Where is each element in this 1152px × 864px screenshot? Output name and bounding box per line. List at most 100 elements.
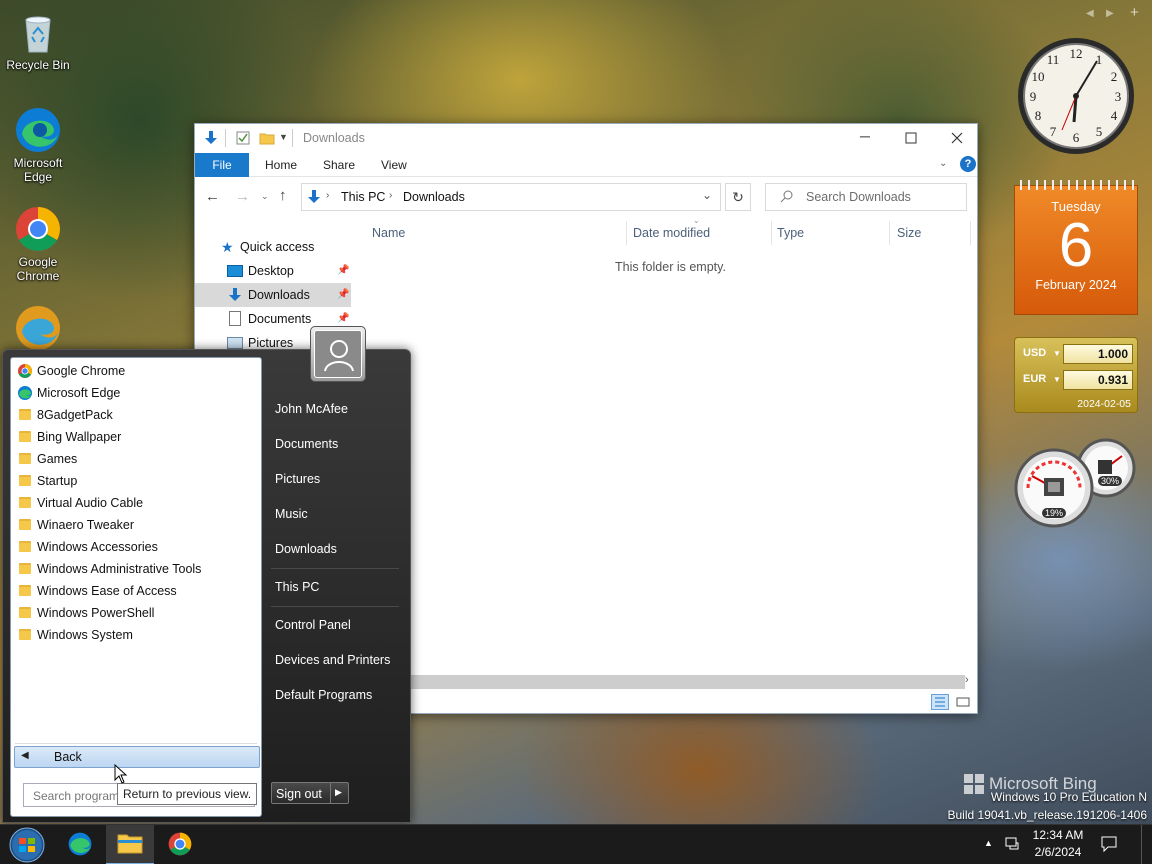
maximize-button[interactable] bbox=[897, 128, 925, 148]
dropdown-arrow-icon: ▼ bbox=[1053, 375, 1061, 384]
start-link-default-programs[interactable]: Default Programs bbox=[275, 681, 403, 709]
program-folder[interactable]: Windows PowerShell bbox=[15, 602, 255, 624]
breadcrumb-this-pc[interactable]: This PC bbox=[341, 190, 385, 204]
system-clock[interactable]: 12:34 AM 2/6/2024 bbox=[1028, 827, 1088, 861]
column-header-name[interactable]: Name bbox=[372, 221, 405, 245]
calendar-gadget[interactable]: Tuesday 6 February 2024 bbox=[1014, 180, 1138, 315]
column-header-size[interactable]: Size bbox=[897, 221, 921, 245]
start-link-pictures[interactable]: Pictures bbox=[275, 465, 403, 493]
taskbar-chrome[interactable] bbox=[156, 825, 204, 864]
tab-share[interactable]: Share bbox=[309, 153, 369, 177]
recent-locations-icon[interactable]: ⌄ bbox=[261, 191, 269, 202]
address-dropdown-icon[interactable]: ⌄ bbox=[702, 188, 712, 202]
pin-icon[interactable]: 📌 bbox=[337, 259, 349, 283]
expand-ribbon-icon[interactable]: ⌄ bbox=[939, 158, 947, 169]
currency-row-usd[interactable]: USD ▼ 1.000 bbox=[1021, 344, 1133, 364]
desktop-icon-edge-beta[interactable] bbox=[2, 304, 74, 354]
program-folder[interactable]: Windows Administrative Tools bbox=[15, 558, 255, 580]
properties-icon[interactable] bbox=[235, 130, 251, 149]
folder-icon bbox=[19, 409, 31, 420]
program-folder[interactable]: Winaero Tweaker bbox=[15, 514, 255, 536]
column-header-type[interactable]: Type bbox=[777, 221, 804, 245]
program-folder[interactable]: 8GadgetPack bbox=[15, 404, 255, 426]
horizontal-scrollbar[interactable] bbox=[407, 675, 965, 689]
refresh-button[interactable]: ↻ bbox=[725, 183, 751, 211]
program-folder[interactable]: Startup bbox=[15, 470, 255, 492]
tab-view[interactable]: View bbox=[367, 153, 421, 177]
breadcrumb-downloads[interactable]: Downloads bbox=[403, 190, 465, 204]
cpu-percentage: 19% bbox=[1042, 508, 1067, 518]
desktop-icon-label: Microsoft Edge bbox=[13, 156, 63, 184]
program-folder[interactable]: Games bbox=[15, 448, 255, 470]
help-icon[interactable]: ? bbox=[960, 156, 976, 172]
program-folder[interactable]: Windows Accessories bbox=[15, 536, 255, 558]
svg-text:4: 4 bbox=[1111, 108, 1118, 123]
program-folder[interactable]: Windows System bbox=[15, 624, 255, 646]
start-link-devices-printers[interactable]: Devices and Printers bbox=[275, 646, 403, 674]
currency-code: EUR bbox=[1023, 373, 1047, 385]
pictures-icon bbox=[227, 337, 243, 349]
back-button[interactable]: ◀ Back bbox=[14, 746, 260, 768]
clock-gadget[interactable]: 12 1 2 3 45 6 78 9 10 11 bbox=[1016, 36, 1136, 156]
close-button[interactable] bbox=[943, 128, 971, 148]
action-center-icon[interactable] bbox=[1100, 835, 1118, 856]
forward-arrow-icon[interactable]: → bbox=[235, 188, 250, 205]
taskbar-edge[interactable] bbox=[56, 825, 104, 864]
program-label: Google Chrome bbox=[37, 364, 126, 378]
start-button[interactable] bbox=[0, 825, 54, 864]
back-label: Back bbox=[54, 750, 82, 764]
program-label: Games bbox=[37, 452, 78, 466]
start-link-downloads[interactable]: Downloads bbox=[275, 535, 403, 563]
folder-icon bbox=[19, 453, 31, 464]
show-hidden-icons-chevron-icon[interactable]: ▲ bbox=[984, 838, 993, 848]
show-desktop-button[interactable] bbox=[1141, 825, 1145, 864]
nav-item-downloads[interactable]: Downloads 📌 bbox=[195, 283, 351, 307]
user-avatar-icon bbox=[314, 330, 362, 378]
program-microsoft-edge[interactable]: Microsoft Edge bbox=[15, 382, 255, 404]
nav-quick-access[interactable]: ★ Quick access bbox=[195, 235, 351, 259]
cpu-meter-gadget[interactable]: 19% 30% bbox=[1014, 436, 1138, 528]
start-link-user[interactable]: John McAfee bbox=[275, 395, 403, 423]
address-bar[interactable]: › This PC › Downloads ⌄ bbox=[301, 183, 721, 211]
taskbar-file-explorer[interactable] bbox=[106, 825, 154, 864]
program-folder[interactable]: Bing Wallpaper bbox=[15, 426, 255, 448]
pin-icon[interactable]: 📌 bbox=[337, 283, 349, 307]
program-label: Windows Ease of Access bbox=[37, 584, 177, 598]
qat-dropdown-icon[interactable]: ▼ bbox=[279, 132, 288, 142]
desktop-icon-recycle-bin[interactable]: Recycle Bin bbox=[2, 8, 74, 72]
sidebar-prev-icon[interactable]: ◀ bbox=[1086, 8, 1094, 19]
desktop-icon-chrome[interactable]: Google Chrome bbox=[2, 205, 74, 283]
column-header-date-modified[interactable]: Date modified bbox=[633, 221, 710, 245]
svg-text:12: 12 bbox=[1070, 46, 1083, 61]
sidebar-next-icon[interactable]: ▶ bbox=[1106, 8, 1114, 19]
user-picture[interactable] bbox=[310, 326, 366, 382]
network-icon[interactable] bbox=[1004, 836, 1022, 857]
start-link-control-panel[interactable]: Control Panel bbox=[275, 611, 403, 639]
details-view-icon[interactable] bbox=[931, 694, 949, 710]
currency-gadget[interactable]: USD ▼ 1.000 EUR ▼ 0.931 2024-02-05 bbox=[1014, 337, 1138, 413]
nav-item-desktop[interactable]: Desktop 📌 bbox=[195, 259, 351, 283]
start-link-documents[interactable]: Documents bbox=[275, 430, 403, 458]
program-label: Virtual Audio Cable bbox=[37, 496, 144, 510]
search-box[interactable]: Search Downloads bbox=[765, 183, 967, 211]
start-link-this-pc[interactable]: This PC bbox=[275, 573, 403, 601]
minimize-button[interactable]: ─ bbox=[851, 128, 879, 148]
sign-out-button[interactable]: Sign out ▶ bbox=[271, 782, 349, 804]
dropdown-arrow-icon: ▼ bbox=[1053, 349, 1061, 358]
desktop-icon-edge[interactable]: Microsoft Edge bbox=[2, 106, 74, 184]
program-folder[interactable]: Virtual Audio Cable bbox=[15, 492, 255, 514]
shutdown-options-arrow-icon[interactable]: ▶ bbox=[335, 787, 342, 798]
scroll-right-icon[interactable]: › bbox=[965, 674, 969, 686]
tab-home[interactable]: Home bbox=[251, 153, 311, 177]
svg-text:9: 9 bbox=[1030, 89, 1037, 104]
up-arrow-icon[interactable]: ↑ bbox=[279, 187, 287, 204]
program-folder[interactable]: Windows Ease of Access bbox=[15, 580, 255, 602]
back-arrow-icon[interactable]: ← bbox=[205, 188, 220, 205]
program-google-chrome[interactable]: Google Chrome bbox=[15, 360, 255, 382]
new-folder-icon[interactable] bbox=[259, 130, 275, 149]
currency-row-eur[interactable]: EUR ▼ 0.931 bbox=[1021, 370, 1133, 390]
tab-file[interactable]: File bbox=[195, 153, 249, 177]
add-gadget-icon[interactable]: + bbox=[1130, 4, 1139, 21]
large-icons-view-icon[interactable] bbox=[955, 695, 971, 709]
start-link-music[interactable]: Music bbox=[275, 500, 403, 528]
